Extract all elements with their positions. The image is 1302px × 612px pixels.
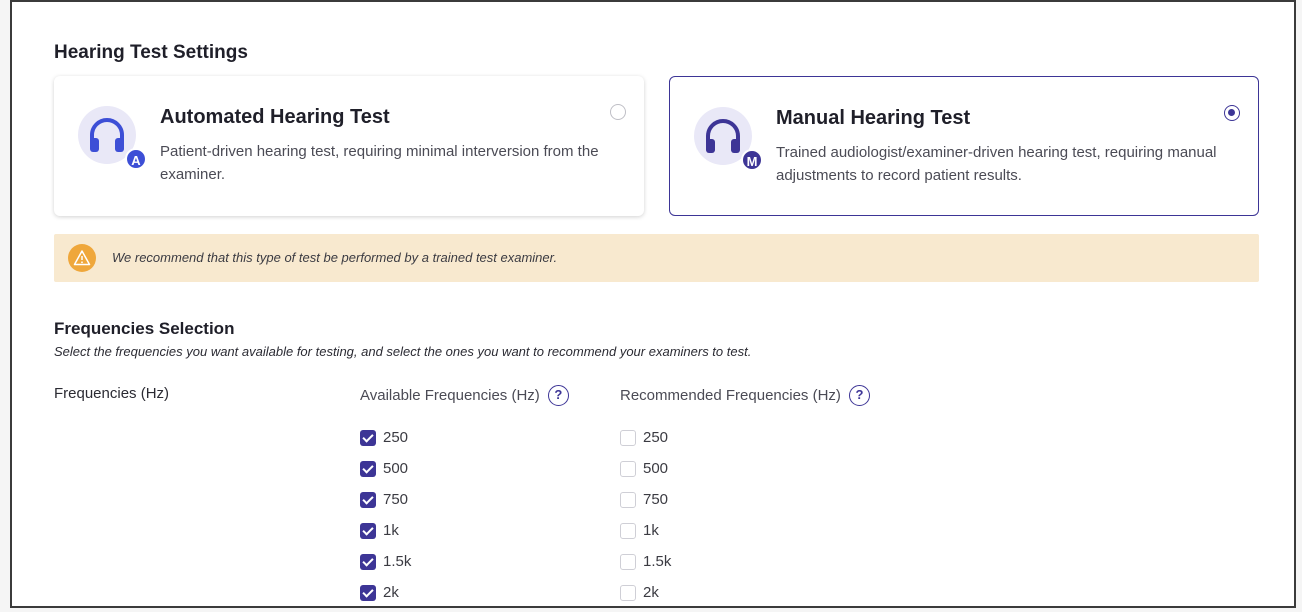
manual-badge: M (741, 149, 763, 171)
warning-text: We recommend that this type of test be p… (112, 250, 558, 265)
manual-test-card[interactable]: M Manual Hearing Test Trained audiologis… (669, 76, 1259, 216)
automated-test-description: Patient-driven hearing test, requiring m… (160, 143, 599, 183)
manual-test-description: Trained audiologist/examiner-driven hear… (776, 144, 1217, 184)
available-frequency-2k[interactable]: 2k (360, 577, 411, 606)
checkbox[interactable] (620, 429, 636, 446)
frequency-label: 1k (643, 522, 659, 539)
available-frequencies-list: 250 500 750 1k 1.5k 2k (360, 422, 411, 606)
frequency-label: 500 (643, 460, 669, 477)
recommended-frequency-500[interactable]: 500 (620, 453, 671, 484)
frequency-label: 1.5k (643, 553, 672, 570)
automated-test-card[interactable]: A Automated Hearing Test Patient-driven … (54, 76, 644, 216)
recommended-frequency-750[interactable]: 750 (620, 484, 671, 515)
frequency-label: 1.5k (383, 553, 412, 570)
checkbox[interactable] (360, 553, 376, 570)
automated-test-title: Automated Hearing Test (160, 106, 390, 128)
checkbox[interactable] (360, 491, 376, 508)
frequency-label: 2k (643, 584, 659, 601)
available-frequency-500[interactable]: 500 (360, 453, 411, 484)
manual-test-radio[interactable] (1224, 105, 1240, 121)
checkbox[interactable] (620, 584, 636, 601)
checkbox[interactable] (620, 522, 636, 539)
available-frequencies-header: Available Frequencies (Hz) ? (360, 385, 569, 406)
recommended-frequency-250[interactable]: 250 (620, 422, 671, 453)
help-icon[interactable]: ? (848, 385, 870, 406)
recommended-frequencies-list: 250 500 750 1k 1.5k 2k (620, 422, 671, 606)
checkbox[interactable] (620, 491, 636, 508)
section-title: Hearing Test Settings (54, 42, 248, 63)
warning-banner: We recommend that this type of test be p… (54, 234, 1259, 282)
frequency-label: 750 (383, 491, 409, 508)
frequency-label: 250 (643, 429, 669, 446)
help-icon[interactable]: ? (547, 385, 569, 406)
warning-icon (68, 244, 96, 272)
recommended-frequency-1k[interactable]: 1k (620, 515, 671, 546)
available-frequency-1-5k[interactable]: 1.5k (360, 546, 411, 577)
recommended-frequency-2k[interactable]: 2k (620, 577, 671, 606)
frequency-label: 2k (383, 584, 399, 601)
frequencies-subtitle: Select the frequencies you want availabl… (54, 344, 752, 359)
recommended-frequencies-label: Recommended Frequencies (Hz) (620, 387, 841, 404)
frequency-label: 250 (383, 429, 409, 446)
recommended-frequencies-header: Recommended Frequencies (Hz) ? (620, 385, 870, 406)
automated-badge: A (125, 148, 147, 170)
checkbox[interactable] (360, 429, 376, 446)
frequencies-title: Frequencies Selection (54, 319, 235, 338)
available-frequencies-label: Available Frequencies (Hz) (360, 387, 540, 404)
available-frequency-750[interactable]: 750 (360, 484, 411, 515)
checkbox[interactable] (620, 553, 636, 570)
frequency-label: 500 (383, 460, 409, 477)
checkbox[interactable] (360, 522, 376, 539)
frequency-label: 1k (383, 522, 399, 539)
available-frequency-250[interactable]: 250 (360, 422, 411, 453)
available-frequency-1k[interactable]: 1k (360, 515, 411, 546)
checkbox[interactable] (620, 460, 636, 477)
checkbox[interactable] (360, 460, 376, 477)
recommended-frequency-1-5k[interactable]: 1.5k (620, 546, 671, 577)
automated-test-radio[interactable] (610, 104, 626, 120)
frequency-label: 750 (643, 491, 669, 508)
checkbox[interactable] (360, 584, 376, 601)
settings-panel: Hearing Test Settings A Automated Hearin… (10, 0, 1296, 608)
manual-test-title: Manual Hearing Test (776, 107, 971, 129)
frequencies-label: Frequencies (Hz) (54, 385, 170, 402)
